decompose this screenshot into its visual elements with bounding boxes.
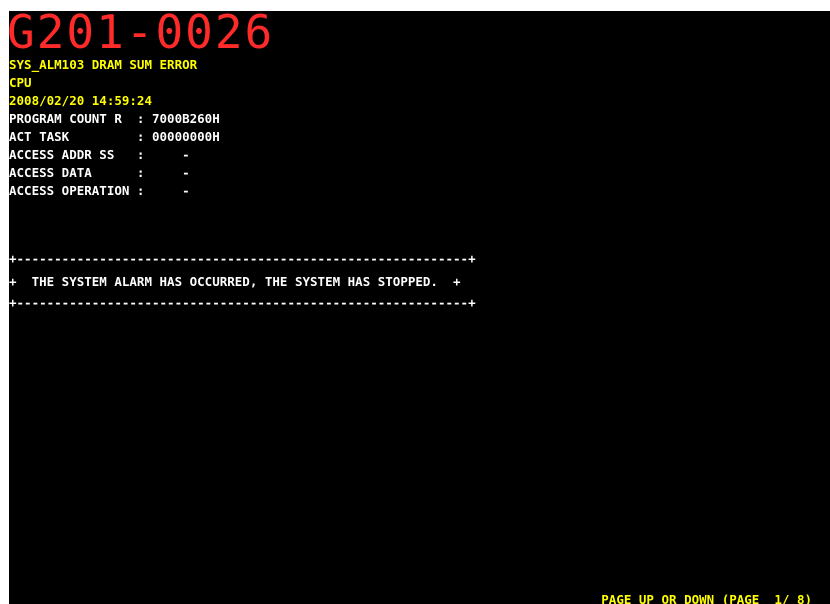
banner-border-top: +---------------------------------------…	[9, 251, 476, 266]
banner-border-bottom: +---------------------------------------…	[9, 295, 476, 310]
detail-program-count: PROGRAM COUNT R : 7000B260H	[9, 111, 220, 126]
page-indicator: PAGE UP OR DOWN (PAGE 1/ 8)	[601, 592, 812, 604]
alarm-title: SYS_ALM103 DRAM SUM ERROR	[9, 57, 198, 72]
alarm-timestamp: 2008/02/20 14:59:24	[9, 93, 152, 108]
banner-message: + THE SYSTEM ALARM HAS OCCURRED, THE SYS…	[9, 274, 461, 289]
detail-access-operation: ACCESS OPERATION : -	[9, 183, 190, 198]
alarm-code: G201-0026	[9, 11, 275, 59]
detail-access-address: ACCESS ADDR SS : -	[9, 147, 190, 162]
detail-access-data: ACCESS DATA : -	[9, 165, 190, 180]
detail-act-task: ACT TASK : 00000000H	[9, 129, 220, 144]
alarm-screen: G201-0026 SYS_ALM103 DRAM SUM ERROR CPU …	[9, 11, 830, 604]
alarm-source: CPU	[9, 75, 32, 90]
